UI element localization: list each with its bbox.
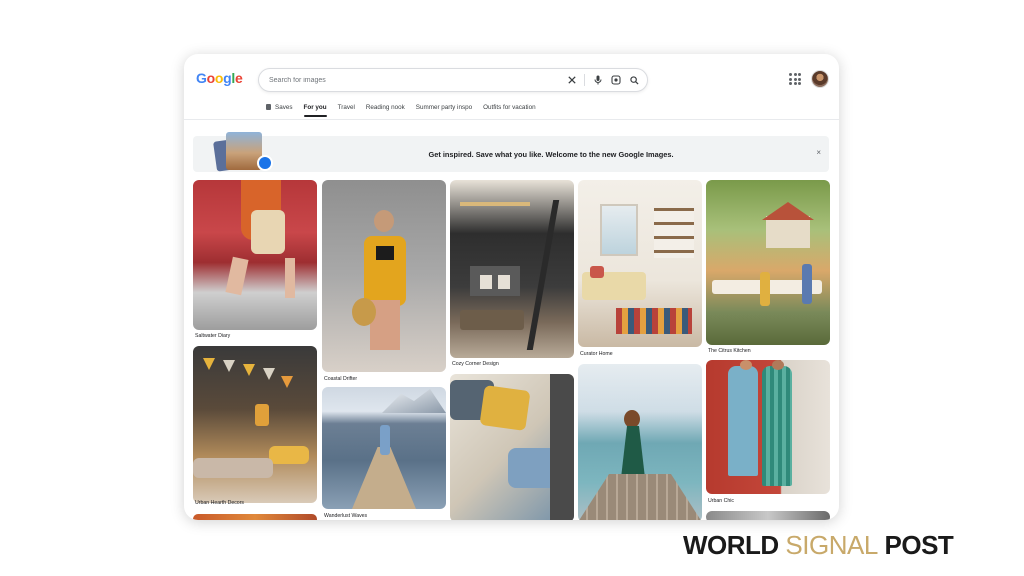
watermark-part: WORLD	[683, 530, 786, 560]
close-icon[interactable]	[565, 73, 579, 87]
card-caption: Curator Home	[580, 351, 613, 357]
image-lake-pier	[322, 387, 446, 509]
bookmark-icon	[266, 104, 271, 110]
banner-text: Get inspired. Save what you like. Welcom…	[428, 150, 674, 159]
image-card[interactable]: Coastal Drifter	[322, 180, 446, 385]
image-red-stairs	[193, 180, 317, 330]
tab-outfits-for-vacation[interactable]: Outfits for vacation	[483, 104, 536, 118]
card-caption: Urban Hearth Decors	[195, 500, 245, 506]
card-caption: Urban Chic	[708, 498, 734, 504]
google-images-window: Google Saves For you Travel Reading nook…	[184, 54, 839, 520]
image-card[interactable]: Urban Hearth Decors	[193, 346, 317, 511]
microphone-icon[interactable]	[591, 73, 605, 87]
tab-saves[interactable]: Saves	[266, 104, 293, 118]
tab-for-you[interactable]: For you	[303, 104, 327, 118]
image-garden-party	[706, 180, 830, 345]
avatar[interactable]	[811, 70, 829, 88]
image-card[interactable]: Urban Chic	[706, 360, 830, 508]
watermark-part: POST	[877, 530, 954, 560]
image-yellow-outfit	[322, 180, 446, 372]
logo-letter: o	[206, 70, 216, 86]
image-yellow-pillows	[450, 374, 574, 520]
apps-grid-icon[interactable]	[789, 73, 801, 85]
card-caption: Coastal Drifter	[324, 376, 358, 382]
tab-label: Outfits for vacation	[483, 104, 536, 111]
card-caption: Saltwater Diary	[195, 333, 231, 339]
image-card[interactable]	[450, 374, 574, 520]
camera-lens-icon[interactable]	[609, 73, 623, 87]
image-card[interactable]: Cozy Corner Design	[450, 180, 574, 372]
image-card[interactable]: Curator Home	[578, 180, 702, 365]
card-caption: The Citrus Kitchen	[708, 348, 751, 354]
image-card[interactable]: Saltwater Diary	[193, 180, 317, 340]
card-caption: Wanderlust Waves	[324, 513, 368, 519]
image-green-dress-pier	[578, 364, 702, 520]
close-icon[interactable]: ×	[816, 148, 821, 157]
tab-label: For you	[303, 104, 327, 111]
logo-letter: e	[234, 70, 243, 86]
tab-summer-party-inspo[interactable]: Summer party inspo	[416, 104, 472, 118]
image-partial	[706, 511, 830, 520]
search-icon[interactable]	[627, 73, 641, 87]
watermark-logo: WORLD SIGNAL POST	[683, 530, 954, 561]
welcome-banner: Get inspired. Save what you like. Welcom…	[193, 132, 829, 172]
search-bar	[258, 68, 648, 92]
divider	[584, 74, 585, 86]
logo-letter: o	[214, 70, 224, 86]
tab-label: Travel	[337, 104, 355, 111]
tab-bar: Saves For you Travel Reading nook Summer…	[266, 104, 547, 120]
search-input[interactable]	[267, 72, 551, 88]
image-card[interactable]: The Citrus Kitchen	[706, 180, 830, 358]
tab-reading-nook[interactable]: Reading nook	[366, 104, 405, 118]
tab-label: Saves	[275, 104, 293, 111]
image-urban-chic	[706, 360, 830, 494]
tab-label: Reading nook	[365, 104, 405, 111]
image-boho-party	[193, 346, 317, 503]
image-loft-interior	[450, 180, 574, 358]
image-card[interactable]	[193, 514, 317, 520]
logo-letter: G	[196, 70, 207, 86]
google-logo[interactable]: Google	[196, 70, 243, 86]
image-warm-lights	[193, 514, 317, 520]
watermark-part: SIGNAL	[785, 530, 878, 560]
tab-label: Summer party inspo	[415, 104, 473, 111]
image-bright-room	[578, 180, 702, 347]
image-card[interactable]	[706, 511, 830, 520]
image-card[interactable]: Wanderlust Waves	[322, 387, 446, 519]
image-card[interactable]	[578, 364, 702, 520]
card-caption: Cozy Corner Design	[452, 361, 499, 367]
tab-travel[interactable]: Travel	[338, 104, 355, 118]
header-divider	[184, 119, 839, 120]
